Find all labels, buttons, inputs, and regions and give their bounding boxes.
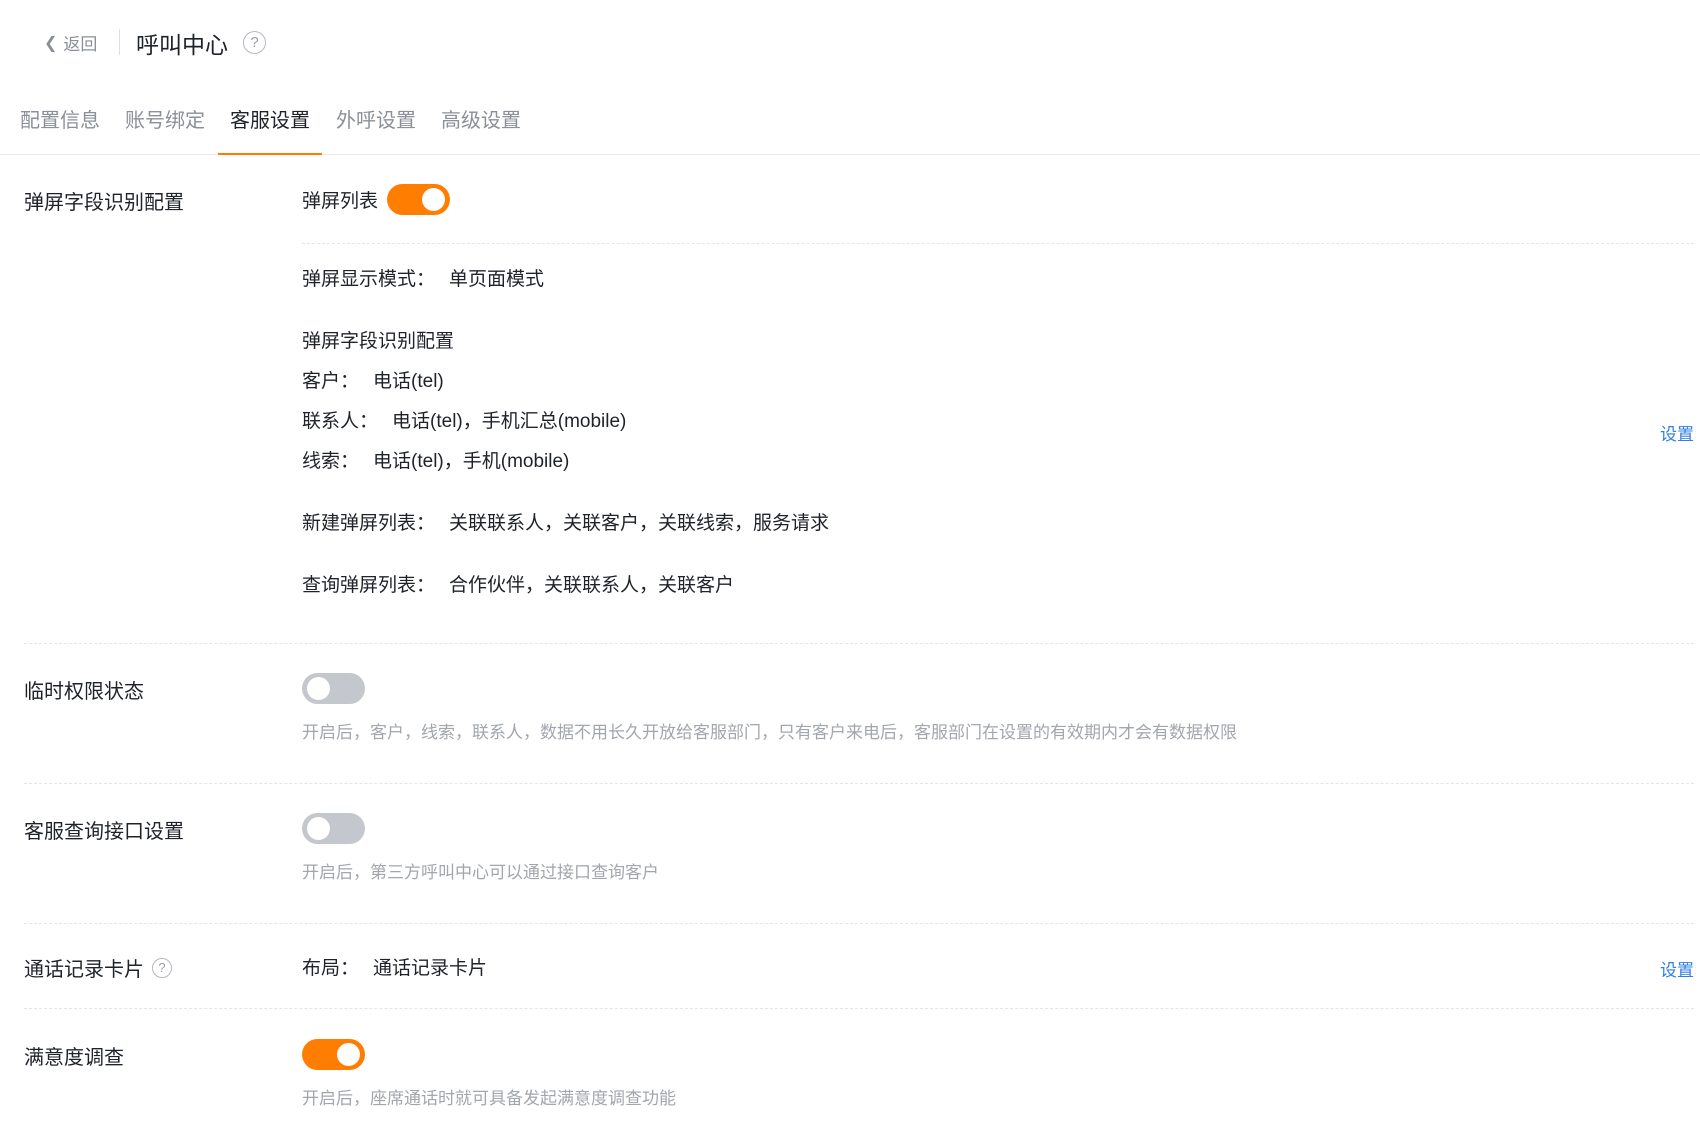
section-divider [24, 1008, 1694, 1009]
temp-permission-toggle[interactable] [302, 673, 365, 704]
field-value: 电话(tel)，手机汇总(mobile) [392, 411, 627, 432]
field-key: 线索： [302, 451, 360, 472]
call-record-settings-link[interactable]: 设置 [1660, 956, 1694, 981]
temp-permission-hint: 开启后，客户，线索，联系人，数据不用长久开放给客服部门，只有客户来电后，客服部门… [302, 723, 1237, 742]
screen-pop-settings-link[interactable]: 设置 [1660, 420, 1694, 445]
layout-value: 通话记录卡片 [373, 958, 488, 979]
query-api-section: 客服查询接口设置 开启后，第三方呼叫中心可以通过接口查询客户 [24, 800, 1694, 920]
temp-permission-label: 临时权限状态 [24, 681, 144, 703]
tab-account-binding[interactable]: 账号绑定 [125, 104, 205, 154]
divider [302, 243, 1694, 244]
tab-config-info[interactable]: 配置信息 [20, 104, 100, 154]
field-row-contact: 联系人： 电话(tel)，手机汇总(mobile) [302, 406, 626, 433]
screen-pop-list-toggle[interactable] [387, 184, 450, 215]
display-mode-value: 单页面模式 [449, 269, 545, 290]
temp-permission-section: 临时权限状态 开启后，客户，线索，联系人，数据不用长久开放给客服部门，只有客户来… [24, 660, 1694, 780]
toggle-knob [307, 817, 330, 840]
toggle-knob [337, 1043, 360, 1066]
screen-pop-label: 弹屏字段识别配置 [24, 192, 184, 214]
query-list-key: 查询弹屏列表： [302, 575, 436, 596]
page-title: 呼叫中心 [136, 32, 228, 58]
new-list-key: 新建弹屏列表： [302, 513, 436, 534]
query-api-hint: 开启后，第三方呼叫中心可以通过接口查询客户 [302, 863, 659, 882]
new-list-row: 新建弹屏列表： 关联联系人，关联客户，关联线索，服务请求 [302, 508, 829, 535]
satisfaction-label: 满意度调查 [24, 1047, 124, 1069]
chevron-left-icon: ❮ [44, 34, 58, 52]
call-record-layout-row: 布局： 通话记录卡片 [302, 953, 487, 980]
tab-advanced-settings[interactable]: 高级设置 [441, 104, 521, 154]
field-value: 电话(tel)，手机(mobile) [373, 451, 570, 472]
toggle-knob [307, 677, 330, 700]
call-record-label-row: 通话记录卡片 ? [24, 953, 172, 982]
new-list-value: 关联联系人，关联客户，关联线索，服务请求 [449, 513, 830, 534]
back-label: 返回 [63, 35, 98, 54]
toggle-knob [422, 188, 445, 211]
satisfaction-toggle[interactable] [302, 1039, 365, 1070]
header-divider [119, 29, 120, 55]
tab-service-settings[interactable]: 客服设置 [218, 104, 322, 155]
section-divider [24, 923, 1694, 924]
field-key: 客户： [302, 371, 360, 392]
tab-outbound-settings[interactable]: 外呼设置 [336, 104, 416, 154]
call-record-section: 通话记录卡片 ? 布局： 通话记录卡片 设置 [24, 940, 1694, 1000]
query-list-row: 查询弹屏列表： 合作伙伴，关联联系人，关联客户 [302, 570, 734, 597]
help-icon[interactable]: ? [243, 31, 266, 54]
query-api-label: 客服查询接口设置 [24, 821, 184, 843]
top-bar: ❮ 返回 呼叫中心 ? [0, 0, 1700, 84]
call-record-label: 通话记录卡片 [24, 959, 144, 981]
layout-key: 布局： [302, 958, 360, 979]
field-row-customer: 客户： 电话(tel) [302, 366, 444, 393]
satisfaction-hint: 开启后，座席通话时就可具备发起满意度调查功能 [302, 1089, 676, 1108]
query-api-toggle[interactable] [302, 813, 365, 844]
screen-pop-list-label: 弹屏列表 [302, 191, 379, 212]
field-value: 电话(tel) [373, 371, 444, 392]
satisfaction-section: 满意度调查 开启后，座席通话时就可具备发起满意度调查功能 [24, 1025, 1694, 1130]
field-key: 联系人： [302, 411, 379, 432]
back-button[interactable]: ❮ 返回 [44, 30, 97, 55]
display-mode-row: 弹屏显示模式： 单页面模式 [302, 264, 544, 291]
field-config-title: 弹屏字段识别配置 [302, 331, 455, 352]
tab-bar: 配置信息 账号绑定 客服设置 外呼设置 高级设置 [0, 84, 1700, 155]
field-row-lead: 线索： 电话(tel)，手机(mobile) [302, 446, 569, 473]
help-icon[interactable]: ? [152, 957, 172, 978]
section-divider [24, 643, 1694, 644]
display-mode-key: 弹屏显示模式： [302, 269, 436, 290]
section-divider [24, 783, 1694, 784]
query-list-value: 合作伙伴，关联联系人，关联客户 [449, 575, 735, 596]
screen-pop-section: 弹屏字段识别配置 弹屏列表 弹屏显示模式： 单页面模式 弹屏字段识别配置 客户： 电… [24, 168, 1694, 610]
